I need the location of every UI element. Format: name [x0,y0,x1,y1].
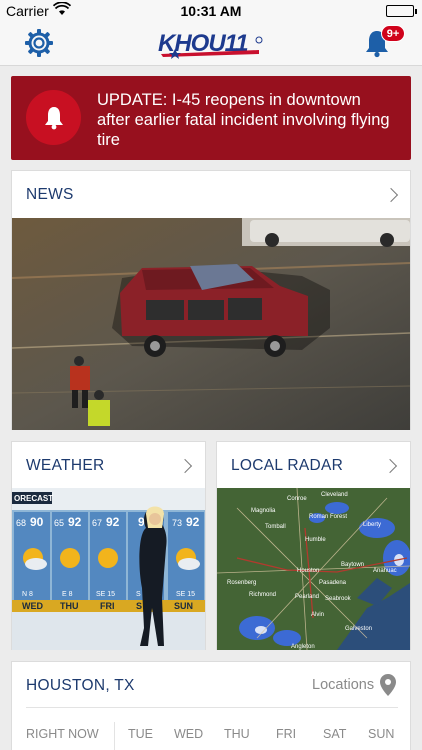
chevron-right-icon [177,458,193,474]
forecast-day-label: SUN [368,727,395,741]
battery-icon [386,5,417,17]
weather-lo: 68 [16,518,26,528]
weather-day: SUN [174,601,193,611]
forecast-day-label: FRI [276,727,297,741]
forecast-day-label: SAT [323,727,347,741]
chevron-right-icon [382,458,398,474]
radar-place: Pasadena [319,580,347,586]
weather-day: FRI [100,601,115,611]
weather-wind: S [136,591,141,598]
radar-place: Tomball [265,524,286,530]
weather-wind: E 8 [62,591,73,598]
alert-bell-circle [26,90,81,145]
weather-hi: 92 [186,515,200,529]
radar-place: Baytown [341,562,364,568]
radar-place: Anahuac [373,568,397,574]
news-card[interactable]: NEWS [11,170,411,430]
weather-hi: 92 [106,515,120,529]
radar-place: Humble [305,537,326,543]
breaking-alert-banner[interactable]: UPDATE: I-45 reopens in downtown after e… [11,76,411,160]
radar-place: Seabrook [325,596,352,602]
weather-lo: 73 [172,518,182,528]
location-pin-icon[interactable] [380,674,396,701]
notification-count-badge: 9+ [381,25,405,42]
weather-title: WEATHER [26,457,105,474]
clock: 10:31 AM [180,3,242,19]
forecast-banner: ORECAST [14,494,53,503]
alert-headline: UPDATE: I-45 reopens in downtown after e… [97,91,390,149]
divider [114,722,115,750]
weather-wind: N 8 [22,591,33,598]
weather-wind: SE 15 [96,591,115,598]
locations-button[interactable]: Locations [312,677,374,693]
location-city: HOUSTON, TX [26,677,135,694]
radar-place: Alvin [311,612,324,618]
radar-place: Pearland [295,594,319,600]
radar-place: Magnolia [251,508,276,514]
chevron-right-icon [383,187,399,203]
weather-card[interactable]: WEATHER ORECAST 68 90 65 92 67 92 92 73 [11,441,206,650]
khou11-logo: KHOU11 [155,26,267,60]
forecast-day-label: THU [224,727,250,741]
weather-forecast-thumbnail: ORECAST 68 90 65 92 67 92 92 73 92 [12,488,205,650]
weather-lo: 67 [92,518,102,528]
forecast-day-label: TUE [128,727,153,741]
radar-place: Houston [297,568,319,574]
news-photo [12,218,410,430]
weather-day: THU [60,601,79,611]
alert-bell-icon [45,107,63,130]
radar-place: Galveston [345,626,372,632]
radar-place: Richmond [249,592,276,598]
radar-place: Cleveland [321,492,348,498]
radar-place: Roman Forest [309,514,347,520]
news-title: NEWS [26,186,74,203]
weather-hi: 90 [30,515,44,529]
weather-lo: 65 [54,518,64,528]
forecast-day-label: WED [174,727,204,741]
radar-place: Angleton [291,644,315,650]
radar-place: Rosenberg [227,580,256,586]
radar-title: LOCAL RADAR [231,457,344,474]
weather-hi: 92 [68,515,82,529]
settings-gear-icon[interactable] [24,28,54,58]
right-now-label: RIGHT NOW [26,727,99,741]
weather-day: S [136,601,142,611]
status-bar: Carrier 10:31 AM [0,0,422,22]
weather-wind: SE 15 [176,591,195,598]
app-header: KHOU11 9+ [0,22,422,66]
local-radar-card[interactable]: LOCAL RADAR Cleveland Conroe Magnolia Ro… [216,441,411,650]
local-forecast-card[interactable]: HOUSTON, TX Locations RIGHT NOW TUE WED … [11,661,411,750]
radar-place: Liberty [363,522,381,528]
radar-place: Conroe [287,496,307,502]
weather-day: WED [22,601,43,611]
radar-map-thumbnail: Cleveland Conroe Magnolia Roman Forest T… [217,488,410,650]
divider [26,707,398,708]
